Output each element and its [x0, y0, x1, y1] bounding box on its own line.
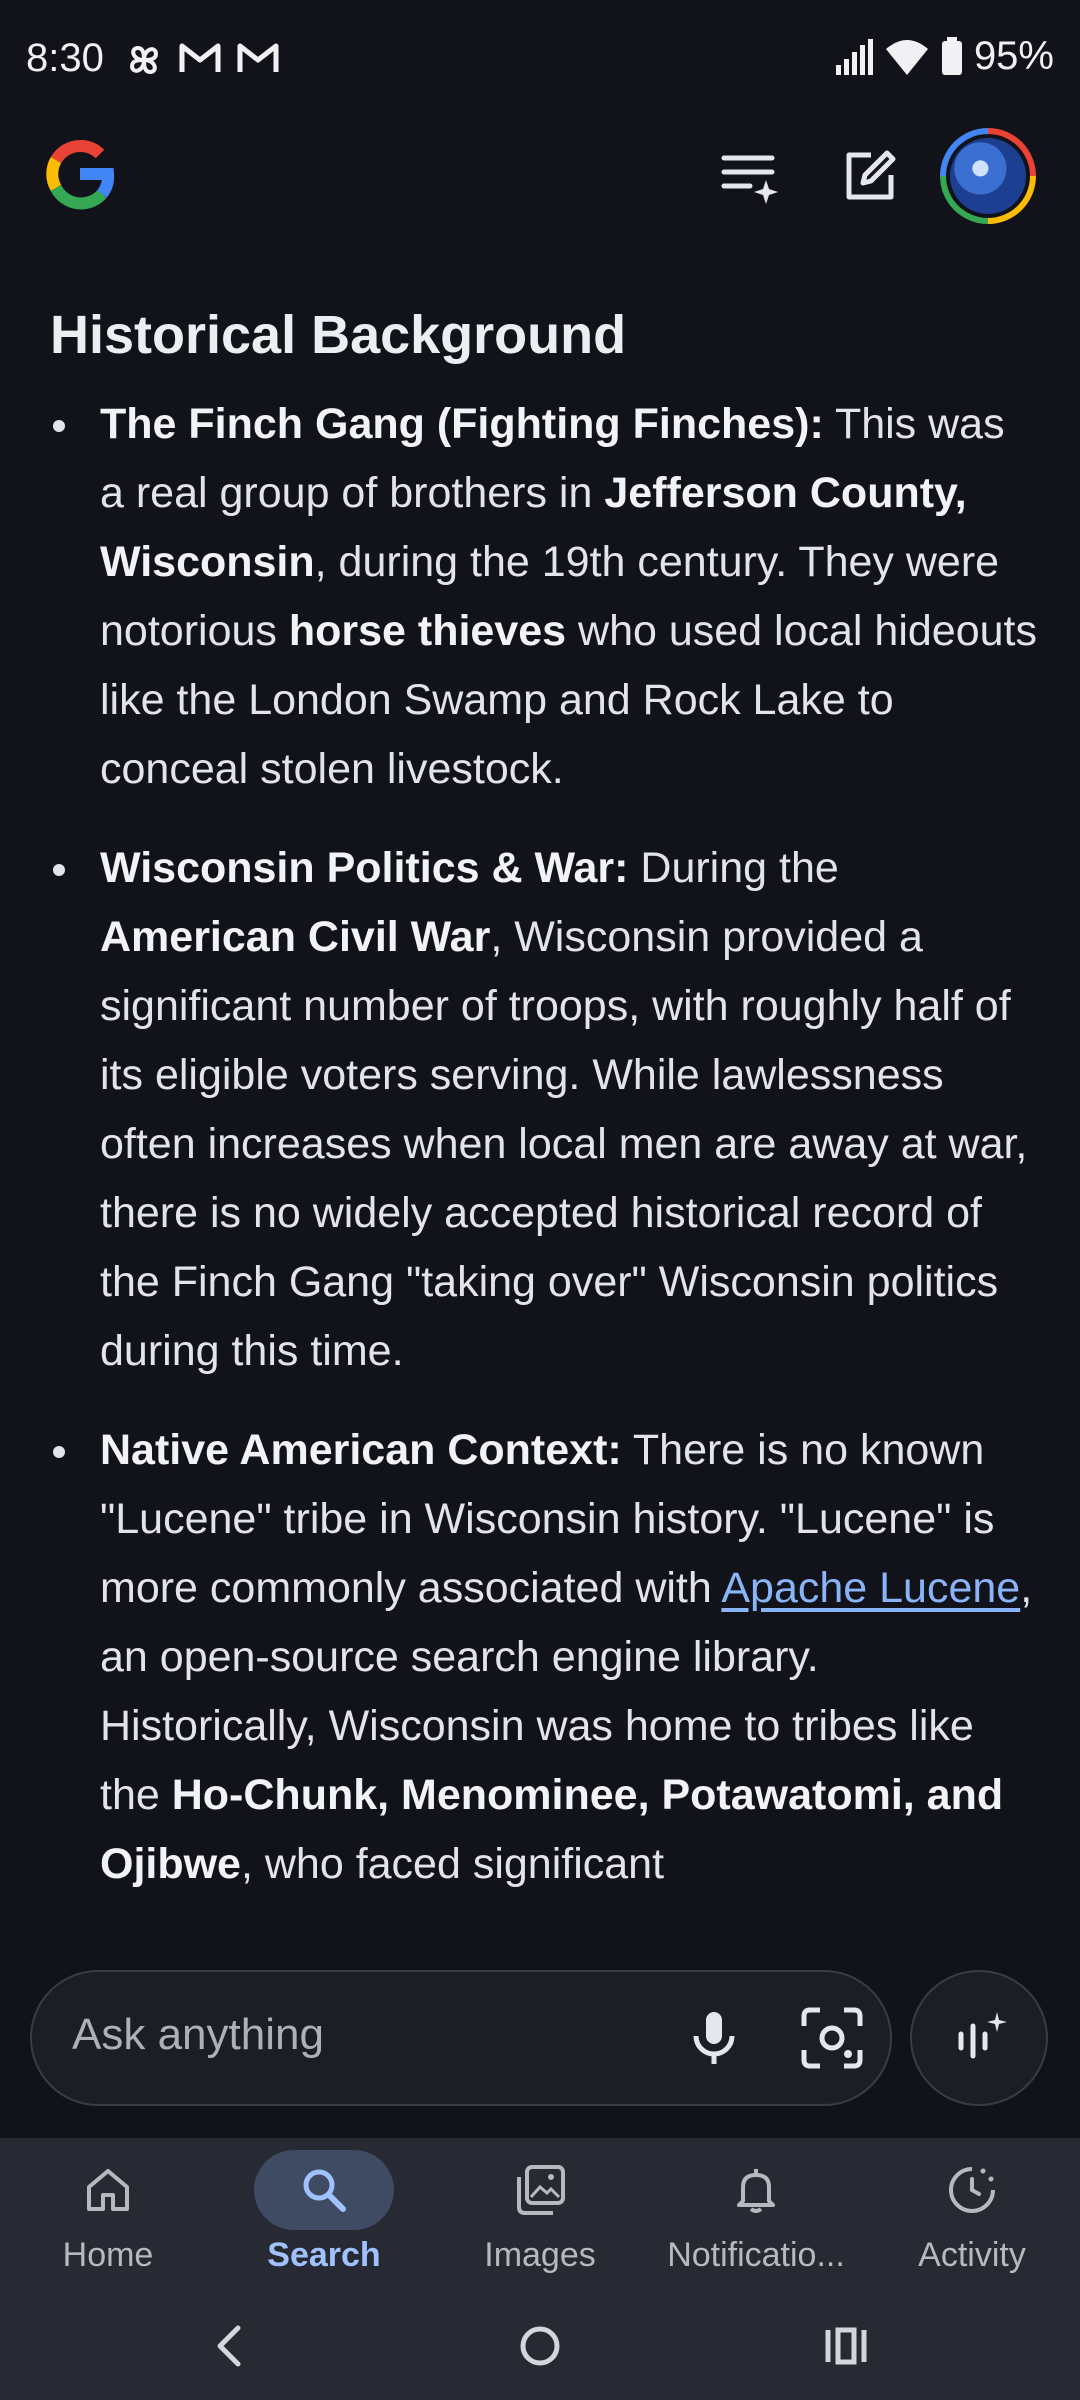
- history-icon: [721, 155, 778, 204]
- lens-icon[interactable]: [798, 2004, 866, 2072]
- images-icon: [517, 2165, 565, 2215]
- bottom-nav: Home Search Images Notificatio... Activi…: [0, 2138, 1080, 2288]
- history-button[interactable]: [718, 144, 782, 208]
- nav-label: Search: [267, 2236, 381, 2274]
- ai-mode-button[interactable]: [910, 1970, 1048, 2106]
- nav-item-images[interactable]: Images: [432, 2150, 648, 2280]
- mic-icon[interactable]: [682, 2006, 746, 2070]
- ask-input[interactable]: Ask anything: [30, 1970, 892, 2106]
- bullet-heading: Wisconsin Politics & War:: [100, 844, 629, 892]
- ask-placeholder: Ask anything: [72, 2010, 324, 2059]
- bell-icon: [737, 2169, 775, 2213]
- avatar-image: [950, 138, 1026, 214]
- home-icon: [87, 2169, 129, 2211]
- google-logo[interactable]: [42, 134, 118, 214]
- section-title: Historical Background: [50, 305, 627, 365]
- home-button-icon[interactable]: [510, 2316, 570, 2376]
- status-time: 8:30: [26, 36, 104, 80]
- nav-item-notifications[interactable]: Notificatio...: [648, 2150, 864, 2280]
- new-chat-icon: [846, 150, 896, 200]
- gmail-icon: [179, 43, 221, 72]
- status-right: 95%: [834, 34, 1054, 79]
- nav-label: Notificatio...: [667, 2236, 845, 2274]
- avatar[interactable]: [940, 128, 1036, 224]
- sparkle-bars-icon: [958, 2012, 1007, 2059]
- battery-percent: 95%: [973, 34, 1054, 78]
- system-nav-bar: [0, 2288, 1080, 2400]
- pinwheel-icon: [129, 45, 159, 75]
- gmail-icon: [237, 43, 279, 72]
- notification-icons: [124, 38, 280, 82]
- nav-label: Activity: [918, 2236, 1026, 2274]
- app-header: [0, 120, 1080, 230]
- recents-icon[interactable]: [816, 2316, 876, 2376]
- nav-label: Images: [484, 2236, 596, 2274]
- list-item: Wisconsin Politics & War: During the Ame…: [0, 834, 1080, 1386]
- signal-icon: [835, 38, 873, 75]
- answer-content: Historical Background The Finch Gang (Fi…: [0, 292, 1080, 1942]
- bullet-heading: Native American Context:: [100, 1426, 622, 1474]
- wifi-icon: [885, 39, 928, 75]
- nav-item-home[interactable]: Home: [0, 2150, 216, 2280]
- list-item: The Finch Gang (Fighting Finches): This …: [0, 390, 1080, 804]
- nav-item-search[interactable]: Search: [216, 2150, 432, 2280]
- new-chat-button[interactable]: [838, 144, 902, 208]
- bullet-heading: The Finch Gang (Fighting Finches):: [100, 400, 824, 448]
- nav-label: Home: [62, 2236, 154, 2274]
- battery-icon: [941, 36, 962, 75]
- status-bar: 8:30 95%: [0, 0, 1080, 120]
- nav-item-activity[interactable]: Activity: [864, 2150, 1080, 2280]
- activity-icon: [949, 2167, 995, 2213]
- apache-lucene-link[interactable]: Apache Lucene: [721, 1564, 1020, 1612]
- bullet-list: The Finch Gang (Fighting Finches): This …: [0, 390, 1080, 1929]
- list-item: Native American Context: There is no kno…: [0, 1416, 1080, 1899]
- back-icon[interactable]: [200, 2316, 260, 2376]
- search-icon: [303, 2169, 346, 2212]
